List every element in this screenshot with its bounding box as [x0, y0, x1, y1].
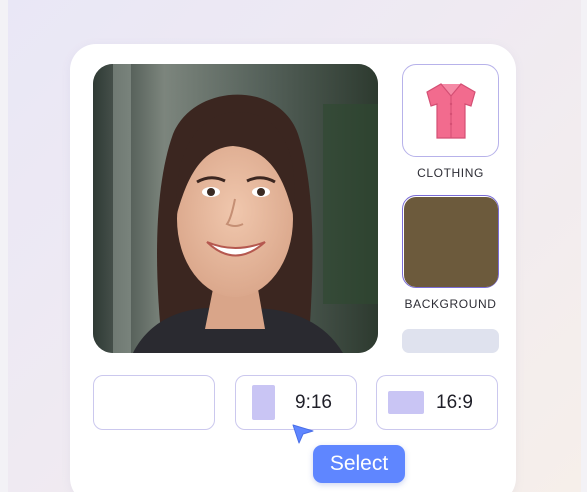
aspect-ratio-label: 16:9: [436, 391, 473, 413]
option-placeholder-bar: [402, 329, 499, 353]
background-color-swatch: [403, 196, 498, 287]
shirt-icon: [425, 82, 476, 139]
clothing-label: CLOTHING: [417, 166, 484, 180]
aspect-ratio-button-9-16[interactable]: 9:16: [235, 375, 357, 430]
background-option-tile[interactable]: [402, 195, 499, 288]
clothing-option-tile[interactable]: [402, 64, 499, 157]
background-label: BACKGROUND: [404, 297, 497, 311]
pointer-cursor-icon: [292, 424, 314, 444]
aspect-ratio-label: 9:16: [295, 391, 332, 413]
aspect-ratio-button-16-9[interactable]: 16:9: [376, 375, 498, 430]
portrait-ratio-icon: [252, 385, 275, 420]
select-tooltip: Select: [313, 445, 405, 483]
portrait-photo: [93, 64, 378, 353]
landscape-ratio-icon: [388, 391, 424, 414]
aspect-ratio-button-1[interactable]: [93, 375, 215, 430]
